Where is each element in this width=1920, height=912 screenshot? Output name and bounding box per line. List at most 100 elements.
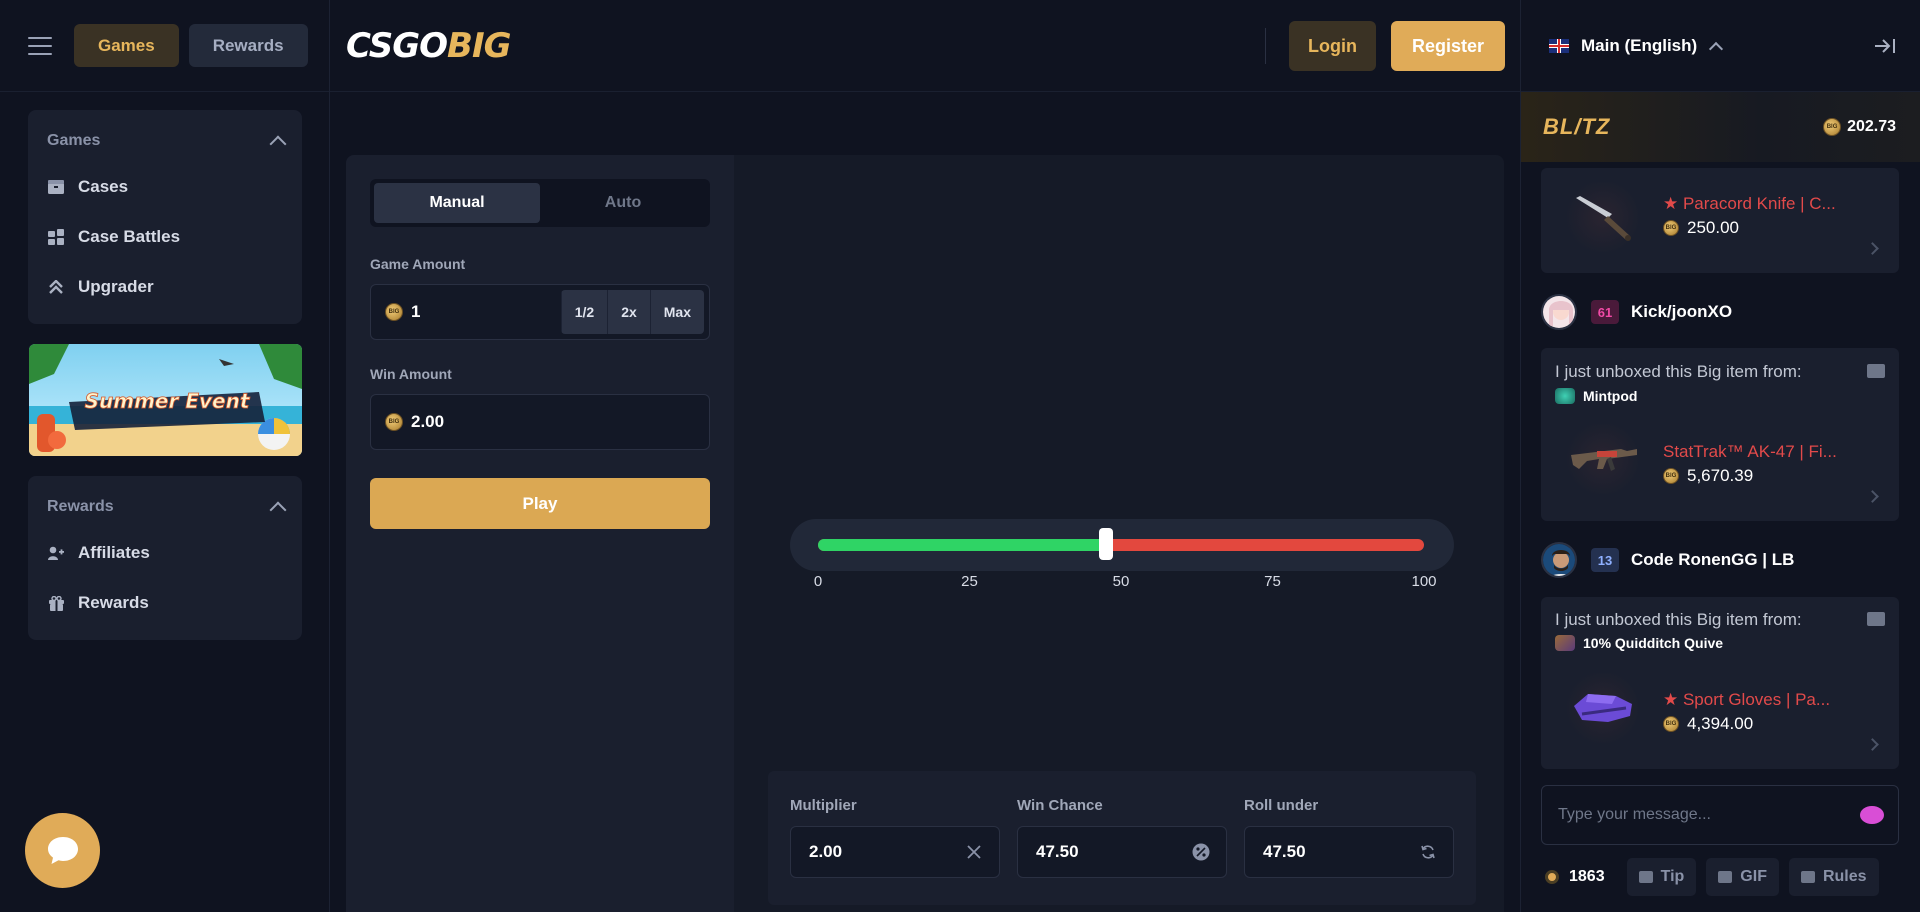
online-count-value: 1863	[1569, 868, 1605, 885]
chat-room-selector[interactable]: Main (English)	[1581, 36, 1697, 56]
item-price-value: 250.00	[1687, 218, 1739, 237]
play-button[interactable]: Play	[370, 478, 710, 529]
item-price: BIG 4,394.00	[1663, 714, 1753, 734]
rules-icon	[1800, 871, 1815, 883]
drop-card[interactable]: I just unboxed this Big item from: 10% Q…	[1541, 597, 1899, 769]
tab-rewards[interactable]: Rewards	[188, 24, 308, 67]
left-sidebar: Games Rewards Games Cases Case Battles U…	[0, 0, 330, 912]
multiplier-field[interactable]: 2.00	[790, 826, 1000, 878]
chat-message-input[interactable]	[1558, 806, 1860, 824]
sidebar-item-cases[interactable]: Cases	[28, 162, 302, 212]
register-button[interactable]: Register	[1391, 21, 1505, 71]
game-stats-panel: Multiplier 2.00 Win Chance 47.50 Roll un…	[768, 771, 1476, 905]
drop-card[interactable]: I just unboxed this Big item from: Mintp…	[1541, 348, 1899, 521]
win-amount-field: BIG 2.00	[370, 394, 710, 450]
sidebar-item-upgrader[interactable]: Upgrader	[28, 262, 302, 312]
coin-icon: BIG	[385, 303, 403, 321]
rewards-section-header[interactable]: Rewards	[28, 494, 302, 520]
win-chance-value[interactable]: 47.50	[1036, 842, 1079, 862]
chat-user-row[interactable]: 13 Code RonenGG | LB	[1541, 540, 1794, 580]
max-amount-button[interactable]: Max	[649, 290, 704, 334]
chevron-up-icon[interactable]	[1709, 41, 1724, 56]
swap-icon[interactable]	[1419, 843, 1437, 861]
roll-under-value[interactable]: 47.50	[1263, 842, 1306, 862]
item-price-value: 5,670.39	[1687, 466, 1754, 485]
menu-icon[interactable]	[28, 36, 52, 55]
slider-handle[interactable]	[1098, 528, 1113, 560]
sidebar-item-affiliates[interactable]: Affiliates	[28, 528, 302, 578]
bet-controls-panel: Manual Auto Game Amount BIG 1 1/2 2x Max…	[346, 155, 734, 912]
logo-text-gold: BIG	[447, 26, 511, 66]
chat-bubble-icon	[47, 836, 78, 864]
amount-modifier-buttons: 1/2 2x Max	[560, 290, 704, 334]
item-name: StatTrak™ AK-47 | Fi...	[1663, 442, 1837, 461]
item-name: ★ Paracord Knife | C...	[1663, 194, 1836, 213]
rewards-section-title: Rewards	[47, 498, 114, 515]
header-divider	[1265, 28, 1266, 64]
game-amount-label: Game Amount	[370, 256, 466, 272]
case-name: 10% Quidditch Quive	[1583, 635, 1724, 651]
chevrons-up-icon	[48, 280, 64, 294]
case-source[interactable]: 10% Quidditch Quive	[1555, 635, 1723, 651]
drop-card[interactable]: ★ Paracord Knife | C... BIG 250.00	[1541, 168, 1899, 273]
manual-mode-tab[interactable]: Manual	[374, 183, 540, 223]
collapse-chat-icon[interactable]	[1874, 38, 1896, 54]
slider-tick-label: 75	[1264, 573, 1281, 590]
win-chance-label: Win Chance	[1017, 797, 1103, 814]
win-chance-field[interactable]: 47.50	[1017, 826, 1227, 878]
top-header: CSGOBIG Login Register	[330, 0, 1520, 92]
case-name: Mintpod	[1583, 388, 1638, 404]
avatar[interactable]	[1541, 294, 1577, 330]
case-thumbnail-icon	[1555, 388, 1575, 404]
avatar[interactable]	[1541, 542, 1577, 578]
username[interactable]: Kick/joonXO	[1631, 302, 1732, 322]
mode-toggle: Manual Auto	[370, 179, 710, 227]
sidebar-item-label: Rewards	[78, 593, 149, 612]
game-amount-input[interactable]: 1	[411, 302, 561, 322]
win-amount-value[interactable]: 2.00	[411, 412, 709, 432]
slider-tick-label: 50	[1112, 573, 1130, 590]
case-source[interactable]: Mintpod	[1555, 388, 1637, 404]
chat-message-text: I just unboxed this Big item from:	[1555, 610, 1802, 629]
auto-mode-tab[interactable]: Auto	[540, 183, 706, 223]
double-amount-button[interactable]: 2x	[607, 290, 650, 334]
chat-user-row[interactable]: 61 Kick/joonXO	[1541, 292, 1732, 332]
dice-game-area: Manual Auto Game Amount BIG 1 1/2 2x Max…	[346, 155, 1504, 912]
box-icon	[48, 180, 64, 194]
coin-icon: BIG	[1663, 220, 1679, 236]
rules-label: Rules	[1822, 868, 1867, 885]
rules-button[interactable]: Rules	[1788, 858, 1879, 896]
username[interactable]: Code RonenGG | LB	[1631, 550, 1794, 570]
chat-header: Main (English)	[1521, 0, 1920, 92]
sidebar-item-case-battles[interactable]: Case Battles	[28, 212, 302, 262]
tip-label: Tip	[1660, 868, 1685, 885]
close-icon[interactable]	[965, 843, 983, 861]
banner-title: Summer Event	[85, 389, 251, 413]
gift-icon	[48, 595, 64, 611]
multiplier-value[interactable]: 2.00	[809, 842, 842, 862]
emoji-icon[interactable]	[1860, 806, 1884, 824]
sidebar-item-label: Case Battles	[78, 227, 181, 246]
games-section-header[interactable]: Games	[28, 128, 302, 154]
login-button[interactable]: Login	[1289, 21, 1376, 71]
sidebar-item-label: Cases	[78, 177, 129, 196]
gif-label: GIF	[1740, 868, 1767, 885]
summer-event-banner[interactable]: Summer Event	[29, 344, 302, 456]
coin-icon: BIG	[1663, 468, 1679, 484]
roll-under-field[interactable]: 47.50	[1244, 826, 1454, 878]
site-logo[interactable]: CSGOBIG	[346, 26, 512, 66]
games-panel: Games Cases Case Battles Upgrader	[28, 110, 302, 324]
blitz-bar[interactable]: BL/TZ BIG 202.73	[1521, 92, 1920, 162]
tip-button[interactable]: Tip	[1626, 858, 1697, 896]
coin-icon: BIG	[1823, 118, 1842, 136]
half-amount-button[interactable]: 1/2	[560, 290, 608, 334]
level-badge: 13	[1591, 548, 1619, 572]
gif-button[interactable]: GIF	[1706, 858, 1779, 896]
roll-slider[interactable]	[790, 519, 1454, 571]
chevron-up-icon	[269, 501, 287, 519]
sidebar-item-rewards[interactable]: Rewards	[28, 578, 302, 628]
tab-games[interactable]: Games	[74, 24, 179, 67]
ak47-item-image	[1563, 424, 1643, 494]
tip-icon	[1638, 871, 1653, 883]
support-chat-button[interactable]	[25, 813, 100, 888]
